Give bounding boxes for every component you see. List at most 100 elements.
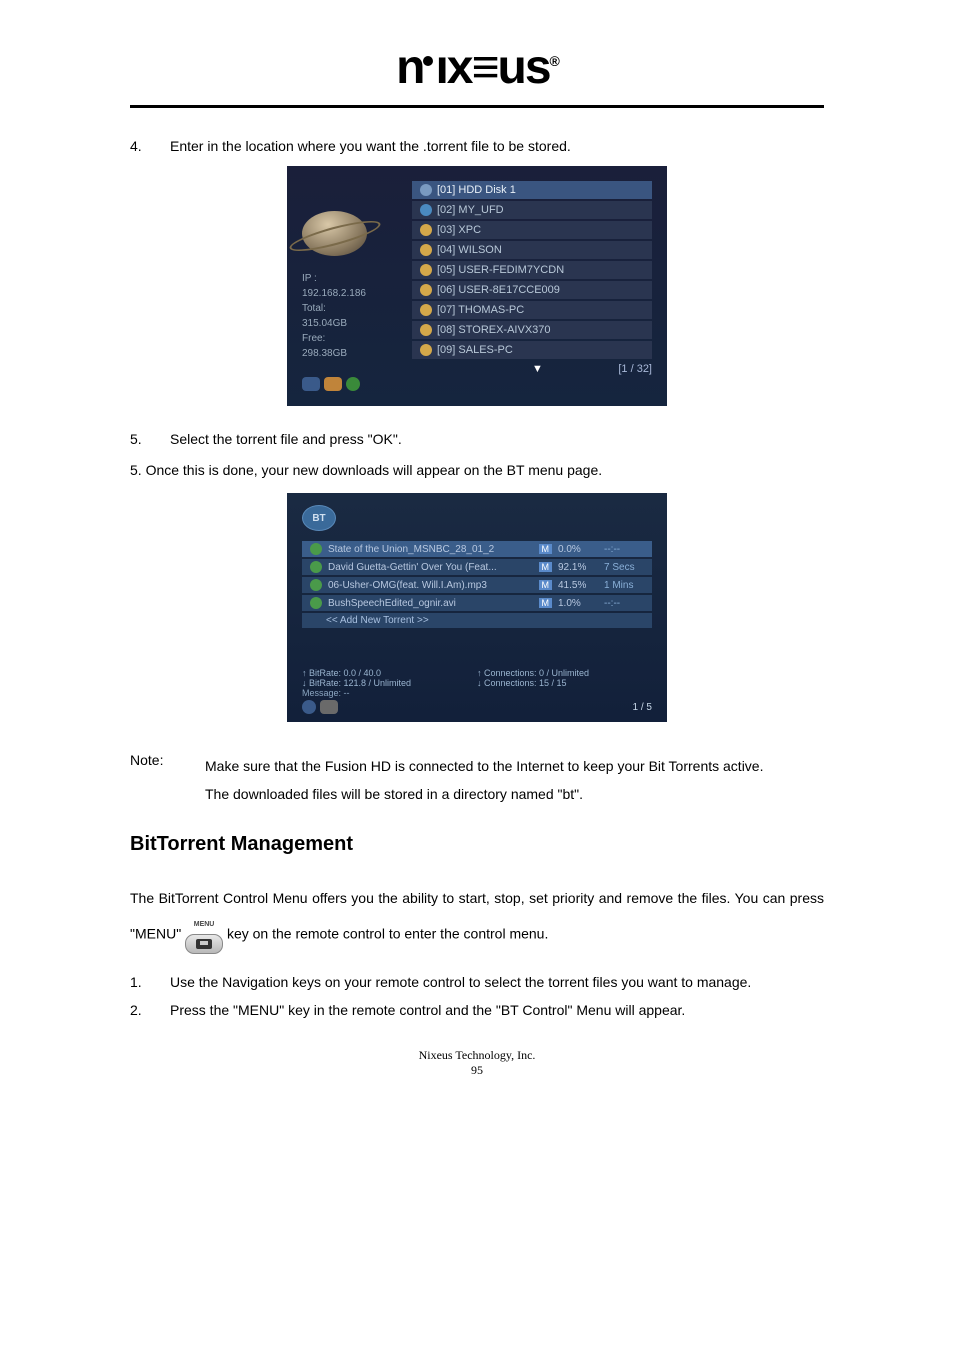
logo-reg: ® [550,53,558,69]
menu-key-label: MENU [185,916,223,934]
torrent-row[interactable]: 06-Usher-OMG(feat. Will.I.Am).mp3 M 41.5… [302,577,652,593]
footer-company: Nixeus Technology, Inc. [130,1048,824,1063]
network-icon [420,284,432,296]
network-icon [420,324,432,336]
network-icon [420,224,432,236]
torrent-row[interactable]: David Guetta-Gettin' Over You (Feat... M… [302,559,652,575]
device-icon [420,204,432,216]
torrent-percent: 0.0% [558,544,598,555]
mgmt-step-2: 2. Press the "MENU" key in the remote co… [130,1002,824,1018]
list-item-label: [02] MY_UFD [437,204,504,216]
nav-badges [302,700,338,714]
step-5b: 5. Once this is done, your new downloads… [130,459,824,481]
bt-page-indicator: 1 / 5 [633,702,652,713]
priority-badge: M [539,580,553,590]
up-connections: ↑ Connections: 0 / Unlimited [477,668,652,678]
step-5-text: Select the torrent file and press "OK". [170,431,824,447]
page-footer: Nixeus Technology, Inc. 95 [130,1048,824,1078]
para1-part2: key on the remote control to enter the c… [227,926,548,942]
note-label: Note: [130,752,205,808]
logo-text: nıx≡us [396,41,549,94]
ss1-info-panel: IP : 192.168.2.186 Total: 315.04GB Free:… [302,271,412,361]
list-item[interactable]: [04] WILSON [412,241,652,259]
section-title: BitTorrent Management [130,833,824,856]
ip-value: 192.168.2.186 [302,286,412,301]
mgmt-step-2-num: 2. [130,1002,170,1018]
menu-key-icon: MENU [185,916,223,954]
bt-management-para: The BitTorrent Control Menu offers you t… [130,881,824,954]
header-divider [130,105,824,108]
torrent-row[interactable]: State of the Union_MSNBC_28_01_2 M 0.0% … [302,541,652,557]
step-5-num: 5. [130,431,170,447]
list-item[interactable]: [06] USER-8E17CCE009 [412,281,652,299]
add-torrent-row[interactable]: << Add New Torrent >> [302,613,652,628]
mgmt-step-1-num: 1. [130,974,170,990]
nav-badge-icon [302,377,320,391]
list-item[interactable]: [02] MY_UFD [412,201,652,219]
list-item[interactable]: [09] SALES-PC [412,341,652,359]
list-item-label: [06] USER-8E17CCE009 [437,284,560,296]
priority-badge: M [539,598,553,608]
torrent-eta: --:-- [604,544,644,555]
mgmt-step-1-text: Use the Navigation keys on your remote c… [170,974,824,990]
torrent-row[interactable]: BushSpeechEdited_ognir.avi M 1.0% --:-- [302,595,652,611]
ip-label: IP : [302,271,412,286]
nav-badges [302,377,652,391]
total-value: 315.04GB [302,316,412,331]
list-item[interactable]: [03] XPC [412,221,652,239]
list-item-label: [04] WILSON [437,244,502,256]
page-indicator: [1 / 32] [618,363,652,375]
logo: nıx≡us® [130,40,824,95]
torrent-name: David Guetta-Gettin' Over You (Feat... [328,562,533,573]
chevron-down-icon[interactable]: ▼ [532,363,543,375]
network-icon [420,264,432,276]
torrent-name: State of the Union_MSNBC_28_01_2 [328,544,533,555]
note-block: Note: Make sure that the Fusion HD is co… [130,752,824,808]
list-item[interactable]: [05] USER-FEDIM7YCDN [412,261,652,279]
mgmt-step-1: 1. Use the Navigation keys on your remot… [130,974,824,990]
nav-badge-icon [346,377,360,391]
bt-stats: ↑ BitRate: 0.0 / 40.0 ↓ BitRate: 121.8 /… [302,668,652,688]
list-item[interactable]: [07] THOMAS-PC [412,301,652,319]
list-item[interactable]: [01] HDD Disk 1 [412,181,652,199]
download-icon [310,579,322,591]
torrent-eta: --:-- [604,598,644,609]
download-icon [310,543,322,555]
torrent-eta: 1 Mins [604,580,644,591]
total-label: Total: [302,301,412,316]
add-torrent-label: << Add New Torrent >> [326,615,429,626]
step-4: 4. Enter in the location where you want … [130,138,824,154]
torrent-name: 06-Usher-OMG(feat. Will.I.Am).mp3 [328,580,533,591]
hdd-icon [420,184,432,196]
note-line2: The downloaded files will be stored in a… [205,780,824,808]
bt-message: Message: -- [302,688,652,698]
step-4-text: Enter in the location where you want the… [170,138,824,154]
screenshot-bt-menu: BT State of the Union_MSNBC_28_01_2 M 0.… [287,493,667,722]
list-item-label: [01] HDD Disk 1 [437,184,516,196]
free-label: Free: [302,331,412,346]
download-icon [310,597,322,609]
priority-badge: M [539,544,553,554]
dn-bitrate: ↓ BitRate: 121.8 / Unlimited [302,678,477,688]
note-line1: Make sure that the Fusion HD is connecte… [205,752,824,780]
torrent-eta: 7 Secs [604,562,644,573]
step-4-num: 4. [130,138,170,154]
dn-connections: ↓ Connections: 15 / 15 [477,678,652,688]
nav-badge-icon [302,700,316,714]
mgmt-step-2-text: Press the "MENU" key in the remote contr… [170,1002,824,1018]
footer-page: 95 [130,1063,824,1078]
list-item-label: [08] STOREX-AIVX370 [437,324,551,336]
list-item-label: [05] USER-FEDIM7YCDN [437,264,564,276]
torrent-name: BushSpeechEdited_ognir.avi [328,598,533,609]
screenshot-location-browser: IP : 192.168.2.186 Total: 315.04GB Free:… [287,166,667,406]
nav-badge-icon [320,700,338,714]
download-icon [310,561,322,573]
network-icon [420,244,432,256]
list-item-label: [07] THOMAS-PC [437,304,524,316]
torrent-percent: 41.5% [558,580,598,591]
list-item-label: [09] SALES-PC [437,344,513,356]
torrent-percent: 92.1% [558,562,598,573]
network-icon [420,344,432,356]
priority-badge: M [539,562,553,572]
list-item[interactable]: [08] STOREX-AIVX370 [412,321,652,339]
